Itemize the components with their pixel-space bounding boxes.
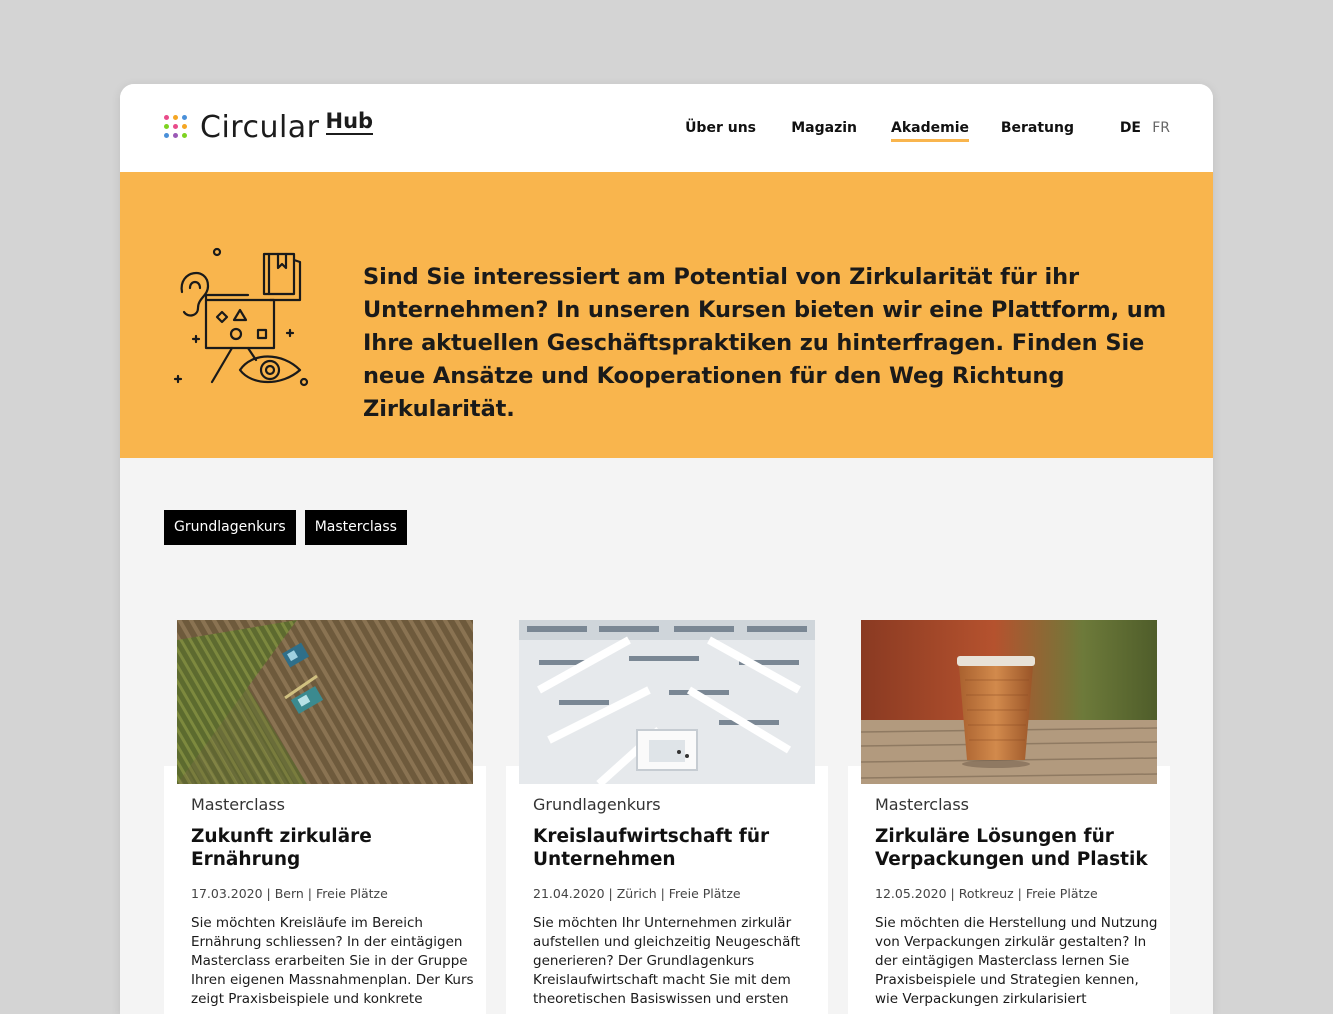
language-fr[interactable]: FR [1152, 120, 1170, 136]
language-de[interactable]: DE [1120, 120, 1141, 136]
library-atrium-photo[interactable] [519, 620, 815, 784]
course-description: Sie möchten die Herstellung und Nutzung … [875, 915, 1158, 1007]
course-card[interactable]: Masterclass Zirkuläre Lösungen für Verpa… [848, 766, 1170, 1014]
course-title[interactable]: Zukunft zirkuläre Ernährung [191, 825, 471, 871]
banner-intro-text: Sind Sie interessiert am Potential von Z… [363, 263, 1167, 422]
learning-illustration-icon [173, 247, 309, 387]
site-header: Circular Hub Über uns Magazin Akademie B… [120, 84, 1213, 172]
filter-masterclass[interactable]: Masterclass [304, 510, 407, 545]
course-category: Grundlagenkurs [533, 795, 661, 814]
filter-grundlagenkurs[interactable]: Grundlagenkurs [164, 510, 296, 545]
course-title[interactable]: Zirkuläre Lösungen für Verpackungen und … [875, 825, 1155, 871]
akademie-banner: Sind Sie interessiert am Potential von Z… [120, 172, 1213, 458]
logo-dots-icon [164, 115, 190, 141]
logo-hub-mark: Hub [325, 108, 374, 135]
browser-frame: Circular Hub Über uns Magazin Akademie B… [120, 84, 1213, 1014]
field-harvest-photo[interactable] [177, 620, 473, 784]
logo-wordmark: Circular [200, 110, 320, 145]
course-category: Masterclass [875, 795, 970, 814]
course-card[interactable]: Grundlagenkurs Kreislaufwirtschaft für U… [506, 766, 828, 1014]
course-filters: Grundlagenkurs Masterclass [164, 510, 407, 545]
course-meta: 12.05.2020 | Rotkreuz | Freie Plätze [875, 886, 1098, 901]
nav-item-beratung[interactable]: Beratung [1001, 120, 1074, 136]
nav-item-magazin[interactable]: Magazin [791, 120, 857, 136]
nav-item-akademie[interactable]: Akademie [891, 120, 969, 142]
circular-hub-logo[interactable]: Circular Hub [164, 108, 374, 146]
course-meta: 21.04.2020 | Zürich | Freie Plätze [533, 886, 741, 901]
course-description: Sie möchten Kreisläufe im Bereich Ernähr… [191, 915, 474, 1007]
course-title[interactable]: Kreislaufwirtschaft für Unternehmen [533, 825, 813, 871]
course-meta: 17.03.2020 | Bern | Freie Plätze [191, 886, 388, 901]
paper-coffee-cup-photo[interactable] [861, 620, 1157, 784]
nav-item-ueber-uns[interactable]: Über uns [685, 120, 756, 136]
course-category: Masterclass [191, 795, 286, 814]
course-description: Sie möchten Ihr Unternehmen zirkulär auf… [533, 915, 801, 1007]
course-card[interactable]: Masterclass Zukunft zirkuläre Ernährung … [164, 766, 486, 1014]
